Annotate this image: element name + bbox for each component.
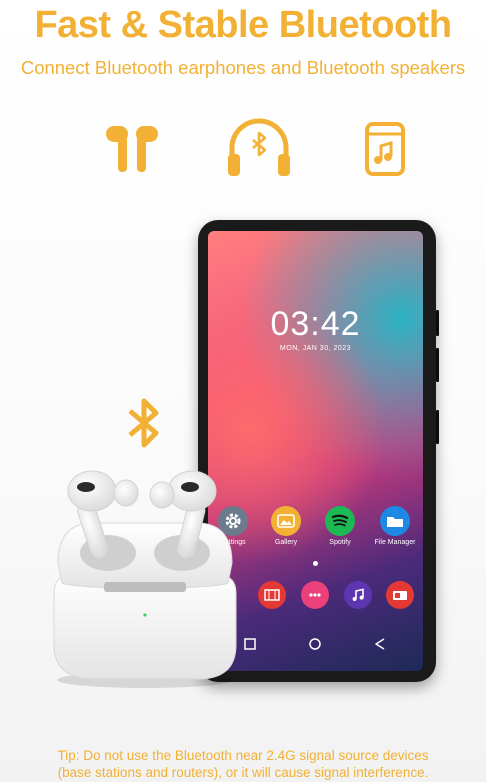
music-note-icon[interactable] bbox=[344, 581, 372, 609]
video-icon[interactable] bbox=[258, 581, 286, 609]
back-triangle-icon[interactable] bbox=[374, 638, 386, 650]
lock-clock: 03:42 bbox=[270, 305, 361, 343]
radio-icon[interactable] bbox=[386, 581, 414, 609]
subheadline: Connect Bluetooth earphones and Bluetoot… bbox=[20, 57, 466, 78]
app-file-manager[interactable]: File Manager bbox=[370, 506, 420, 546]
app-gallery[interactable]: Gallery bbox=[261, 506, 311, 546]
apps-grid-icon[interactable] bbox=[301, 581, 329, 609]
app-label: File Manager bbox=[374, 539, 416, 546]
app-label: Gallery bbox=[274, 539, 298, 546]
headphones-bluetooth-icon bbox=[228, 118, 290, 176]
lock-date: MON, JAN 30, 2023 bbox=[279, 345, 352, 352]
headline: Fast & Stable Bluetooth bbox=[34, 4, 452, 46]
app-label: Spotify bbox=[329, 539, 351, 546]
device-screen: 03:42 MON, JAN 30, 2023 Settings Gallery… bbox=[208, 231, 423, 671]
earbuds-case-image bbox=[53, 470, 237, 688]
earbuds-icon bbox=[106, 126, 158, 172]
circle-icon[interactable] bbox=[309, 638, 321, 650]
app-spotify[interactable]: Spotify bbox=[315, 506, 365, 546]
bluetooth-icon bbox=[128, 398, 159, 448]
tip-text: Tip: Do not use the Bluetooth near 2.4G … bbox=[0, 747, 486, 781]
side-button bbox=[436, 310, 439, 336]
folder-icon bbox=[380, 506, 410, 536]
square-icon[interactable] bbox=[244, 638, 256, 650]
side-button bbox=[436, 410, 439, 444]
spotify-icon bbox=[325, 506, 355, 536]
image-icon bbox=[271, 506, 301, 536]
product-banner: Fast & Stable Bluetooth Connect Bluetoot… bbox=[0, 0, 486, 782]
page-indicator bbox=[313, 561, 318, 566]
side-button bbox=[436, 348, 439, 382]
speaker-music-icon bbox=[365, 122, 405, 176]
tip-line-1: Tip: Do not use the Bluetooth near 2.4G … bbox=[57, 748, 429, 763]
tip-line-2: (base stations and routers), or it will … bbox=[57, 765, 429, 780]
